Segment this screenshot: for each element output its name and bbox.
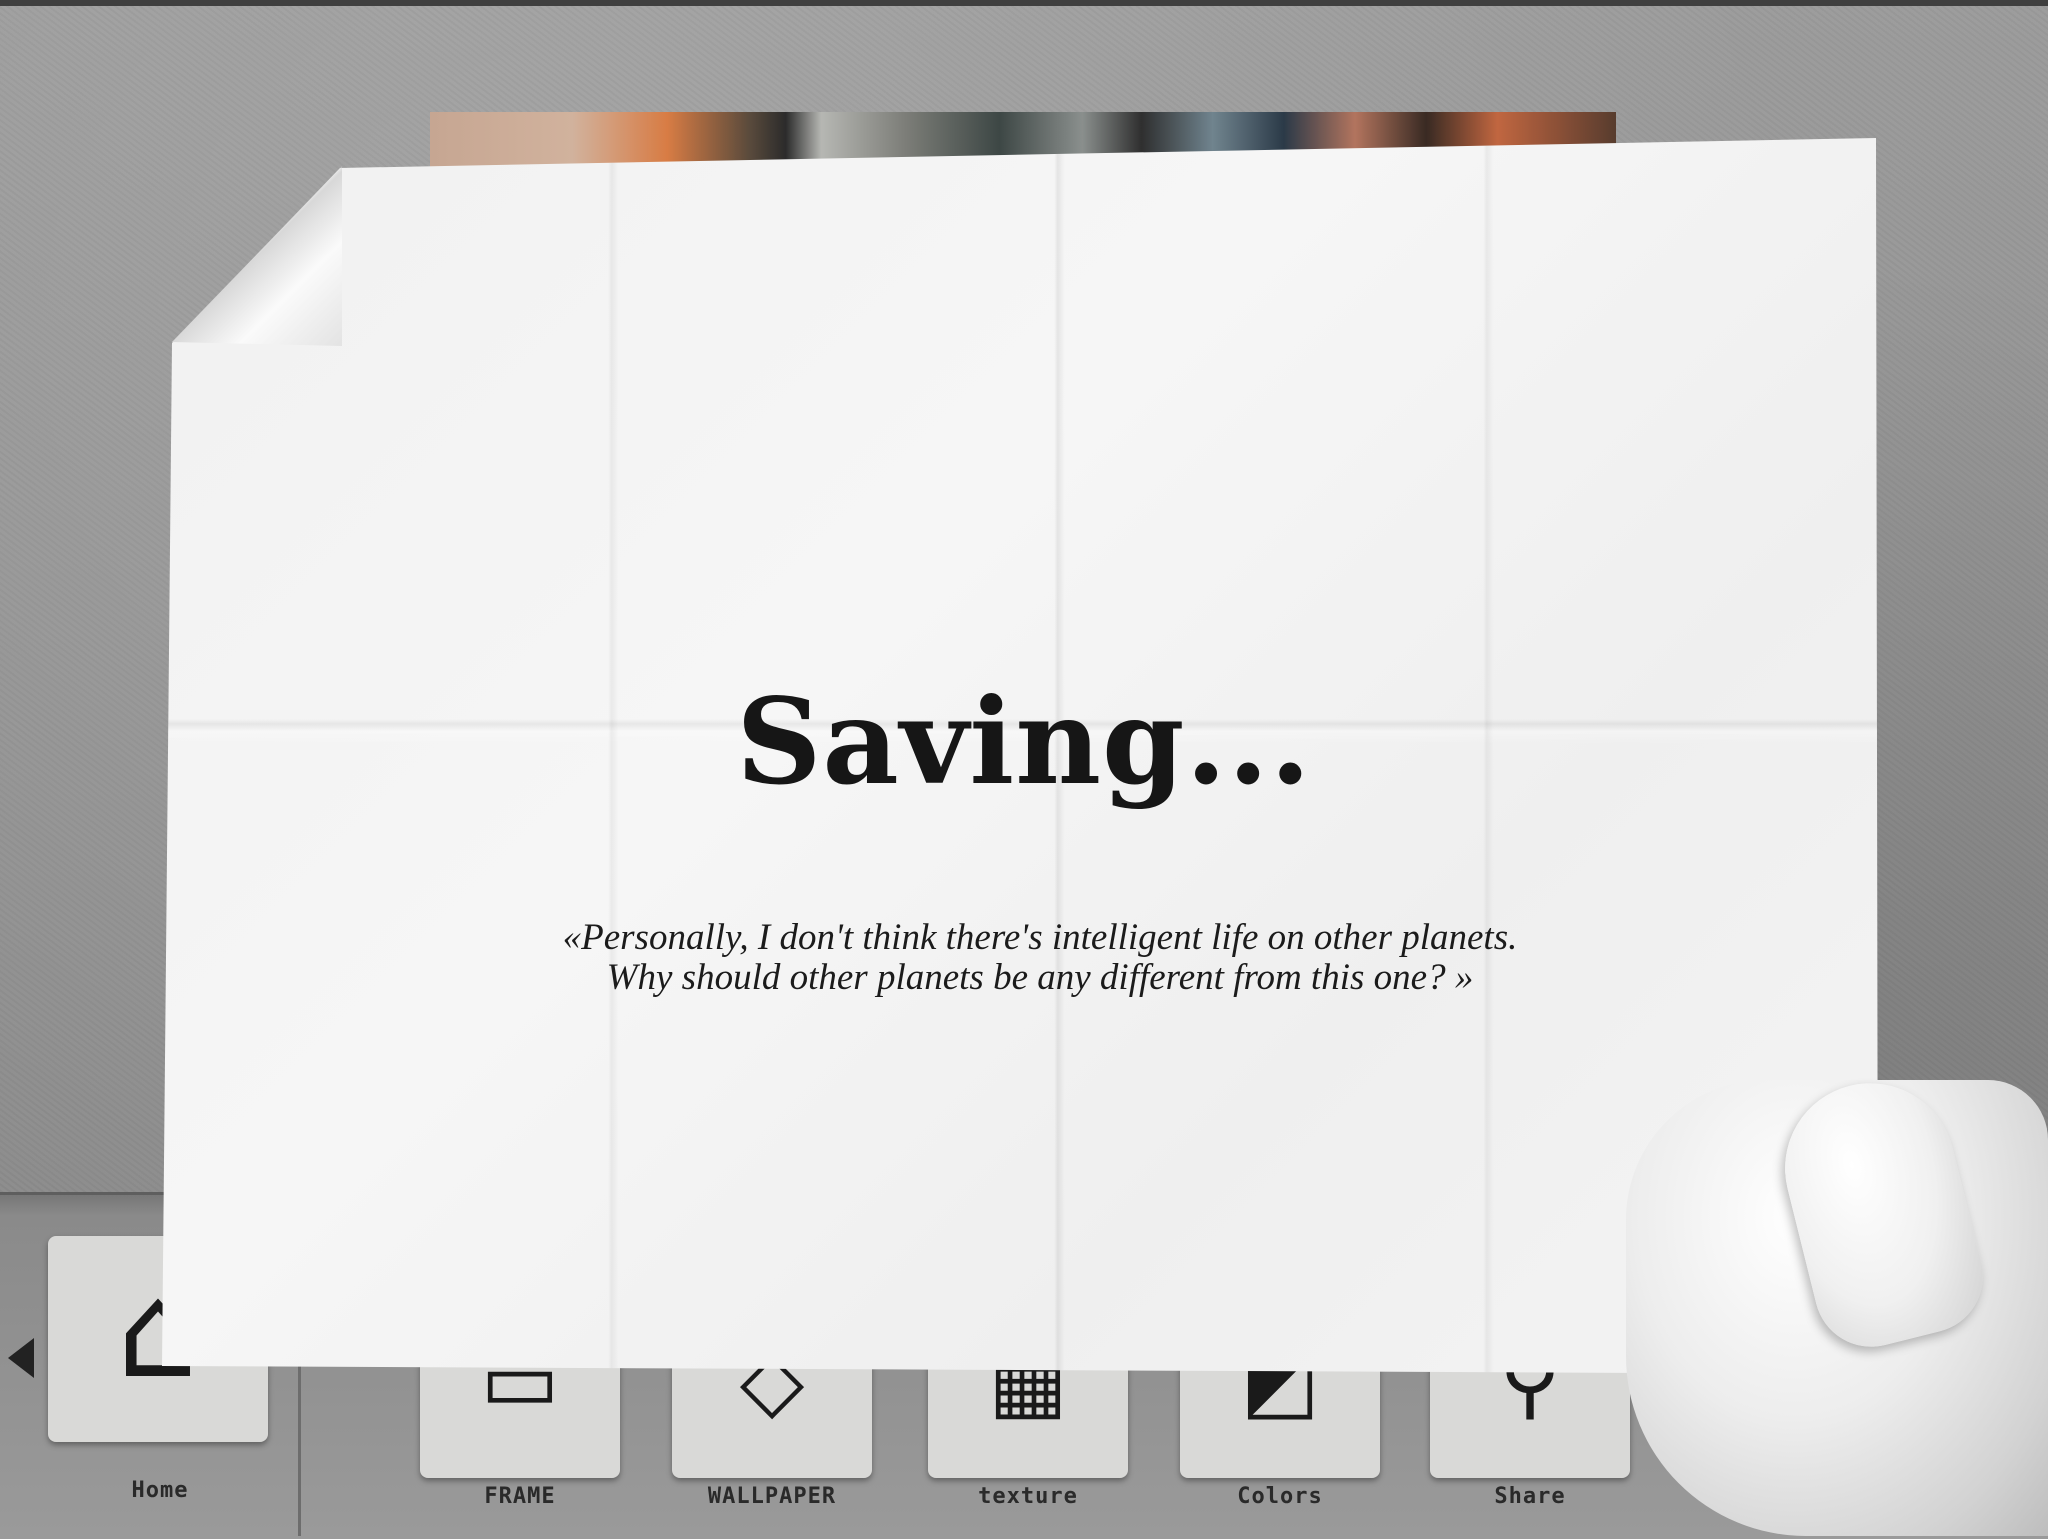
share-label: Share [1494, 1484, 1566, 1509]
wallpaper-label: WALLPAPER [707, 1484, 837, 1509]
loading-quote: «Personally, I don't think there's intel… [420, 918, 1660, 998]
quote-line-1: «Personally, I don't think there's intel… [562, 917, 1518, 958]
quote-line-2: Why should other planets be any differen… [606, 957, 1474, 998]
colors-label: Colors [1237, 1484, 1323, 1509]
home-label: Home [131, 1478, 189, 1503]
frame-label: FRAME [484, 1484, 556, 1509]
scroll-left-arrow-icon[interactable] [8, 1338, 34, 1378]
texture-label: texture [978, 1484, 1078, 1509]
top-edge [0, 0, 2048, 6]
saving-title: Saving... [736, 672, 1312, 811]
